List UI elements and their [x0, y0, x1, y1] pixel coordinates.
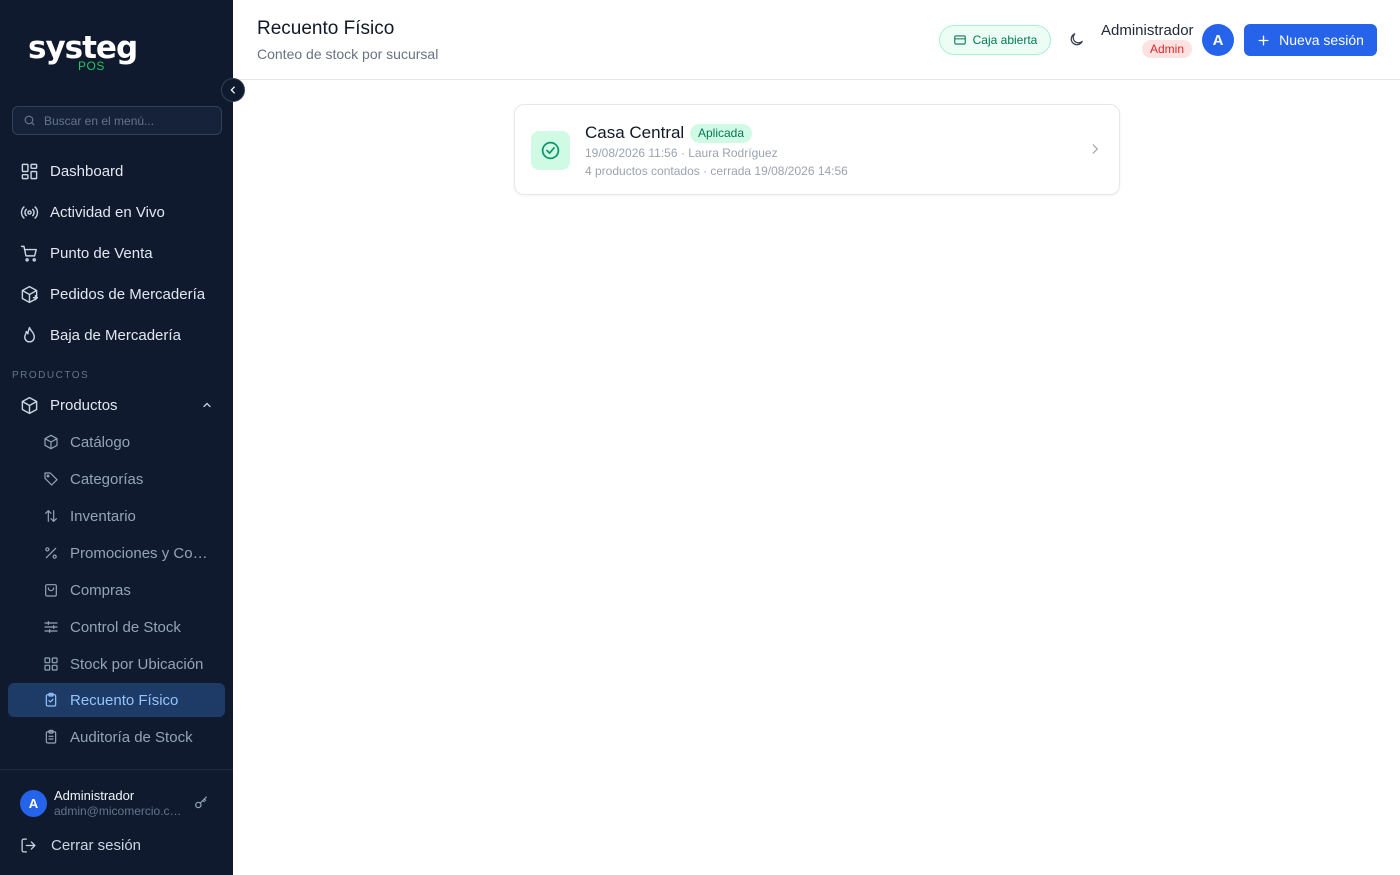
menu-search [12, 106, 222, 135]
search-icon [24, 115, 35, 126]
wallet-icon [953, 35, 966, 45]
clipboard-list-icon [45, 729, 57, 744]
sidebar-footer: A Administrador admin@micomercio.com Cer… [0, 769, 233, 875]
nav-item-label: Pedidos de Mercadería [50, 285, 206, 303]
section-label-productos: PRODUCTOS [12, 370, 90, 381]
page-subtitle: Conteo de stock por sucursal [257, 46, 439, 62]
session-card[interactable]: Casa Central Aplicada 19/08/2026 11:56 ·… [514, 104, 1120, 195]
sliders-icon [44, 621, 58, 633]
sidebar-item-categorias[interactable]: Categorías [8, 462, 225, 496]
logout-icon [21, 838, 36, 853]
arrows-up-down-icon [45, 509, 57, 523]
sidebar-item-auditoria[interactable]: Auditoría de Stock [8, 720, 225, 754]
sidebar-item-stock-ubicacion[interactable]: Stock por Ubicación [8, 647, 225, 681]
chevron-right-icon [1092, 144, 1099, 154]
new-session-label: Nueva sesión [1279, 32, 1364, 48]
header-user-name: Administrador [1101, 22, 1194, 39]
nav-item-label: Baja de Mercadería [50, 326, 181, 344]
logout-label: Cerrar sesión [51, 837, 142, 854]
moon-icon[interactable] [1068, 31, 1085, 48]
page-title: Recuento Físico [257, 18, 395, 39]
sidebar-item-label: Compras [70, 581, 131, 599]
avatar[interactable]: A [20, 790, 47, 817]
menu-search-input[interactable] [44, 113, 214, 128]
nav-item-actividad[interactable]: Actividad en Vivo [8, 194, 225, 230]
dashboard-icon [21, 163, 38, 179]
flame-icon [24, 326, 35, 342]
shopping-bag-icon [45, 584, 57, 597]
box-icon [44, 434, 58, 450]
logout-button[interactable]: Cerrar sesión [20, 837, 141, 854]
plus-icon [1258, 34, 1269, 46]
logo-sub: POS [78, 59, 105, 73]
check-circle-icon [541, 141, 560, 160]
nav-item-label: Punto de Venta [50, 244, 153, 262]
sidebar-item-recuento-fisico[interactable]: Recuento Físico [8, 683, 225, 717]
percent-icon [45, 547, 57, 559]
nav-group-label: Productos [50, 396, 118, 414]
clipboard-check-icon [45, 692, 57, 707]
collapse-sidebar-button[interactable] [221, 78, 245, 102]
sidebar-item-control-stock[interactable]: Control de Stock [8, 610, 225, 644]
sidebar-item-label: Control de Stock [70, 618, 181, 636]
page-header: Recuento Físico Conteo de stock por sucu… [233, 0, 1400, 80]
sidebar-item-label: Auditoría de Stock [70, 728, 193, 746]
grid-icon [44, 657, 58, 671]
role-badge: Admin [1142, 40, 1193, 58]
user-email: admin@micomercio.com [54, 804, 182, 818]
chevron-left-icon [230, 86, 235, 94]
nav-item-label: Actividad en Vivo [50, 203, 165, 221]
user-name: Administrador [54, 788, 135, 803]
header-avatar[interactable]: A [1202, 24, 1234, 56]
sidebar-item-label: Stock por Ubicación [70, 655, 204, 673]
nav-item-baja[interactable]: Baja de Mercadería [8, 317, 225, 353]
tag-icon [44, 472, 58, 486]
cart-icon [20, 245, 37, 262]
sidebar-item-label: Categorías [70, 470, 144, 488]
sidebar-item-inventario[interactable]: Inventario [8, 499, 225, 533]
sidebar-item-label: Catálogo [70, 433, 131, 451]
sidebar-item-label: Promociones y Combos [70, 544, 215, 562]
session-branch: Casa Central [585, 123, 685, 142]
nav-item-label: Dashboard [50, 162, 124, 180]
session-meta-summary: 4 productos contados · cerrada 19/08/202… [585, 164, 848, 178]
status-badge: Aplicada [690, 124, 753, 143]
sidebar-item-catalogo[interactable]: Catálogo [8, 425, 225, 459]
box-icon [21, 396, 38, 414]
sidebar-item-label: Recuento Físico [70, 691, 179, 709]
nav-group-productos[interactable]: Productos [8, 387, 225, 423]
nav-item-pedidos[interactable]: Pedidos de Mercadería [8, 276, 225, 312]
sidebar-item-label: Inventario [70, 507, 136, 525]
sidebar: systeg POS Dashboard Actividad en Vivo P… [0, 0, 233, 875]
new-session-button[interactable]: Nueva sesión [1244, 24, 1377, 56]
session-status-icon-wrap [531, 131, 570, 170]
app-logo[interactable]: systeg POS [28, 30, 138, 74]
sidebar-item-compras[interactable]: Compras [8, 573, 225, 607]
package-plus-icon [21, 285, 39, 303]
broadcast-icon [20, 205, 39, 219]
nav-item-dashboard[interactable]: Dashboard [8, 153, 225, 189]
sidebar-item-promociones[interactable]: Promociones y Combos [8, 536, 225, 570]
cash-register-status-label: Caja abierta [972, 33, 1038, 47]
session-meta-date-user: 19/08/2026 11:56 · Laura Rodríguez [585, 146, 778, 160]
cash-register-status-badge[interactable]: Caja abierta [939, 25, 1051, 55]
key-icon[interactable] [193, 795, 209, 811]
chevron-up-icon [203, 402, 211, 408]
nav-item-punto-venta[interactable]: Punto de Venta [8, 235, 225, 271]
